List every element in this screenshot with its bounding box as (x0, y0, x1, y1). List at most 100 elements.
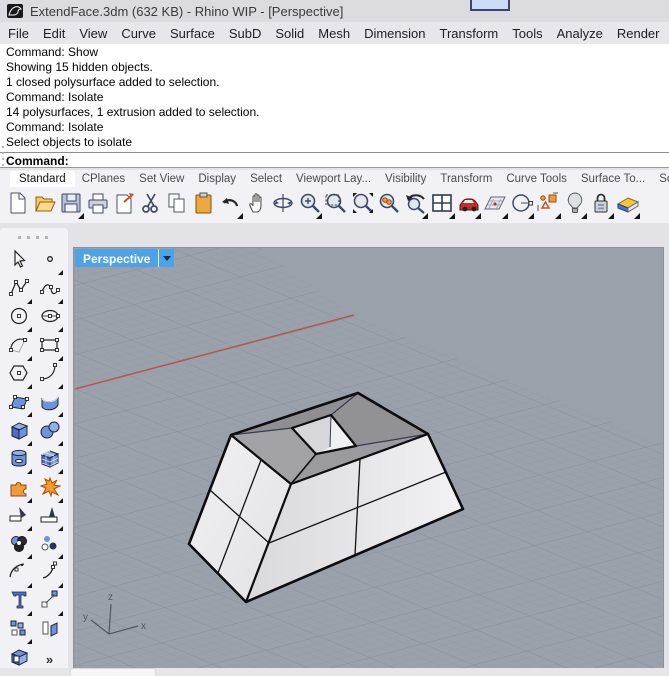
circle-tool-button[interactable] (509, 190, 536, 221)
menu-solid[interactable]: Solid (268, 24, 311, 43)
control-point-curve-button[interactable] (34, 276, 65, 304)
cut-button[interactable] (138, 190, 165, 221)
visibility-bulb-button[interactable] (562, 190, 589, 221)
leader-button[interactable] (34, 589, 65, 617)
surface-patch-button[interactable] (34, 390, 65, 418)
toolbar-tab-viewport-lay[interactable]: Viewport Lay... (289, 171, 378, 187)
toolbar-tab-curve-tools[interactable]: Curve Tools (499, 171, 574, 187)
fillet-curve-button[interactable] (3, 560, 34, 588)
menu-transform[interactable]: Transform (432, 24, 505, 43)
point-cloud-button[interactable] (34, 532, 65, 560)
surface-3pt-button[interactable] (3, 390, 34, 418)
perspective-viewport[interactable]: z x y Perspective (73, 247, 664, 669)
rectangle-button[interactable] (34, 333, 65, 361)
toolbar-tab-surface-to[interactable]: Surface To... (574, 171, 652, 187)
menu-bar: File Edit View Curve Surface SubD Solid Mesh Dim… (0, 22, 669, 44)
paste-button[interactable] (191, 190, 218, 221)
menu-surface[interactable]: Surface (163, 24, 222, 43)
menu-edit[interactable]: Edit (36, 24, 72, 43)
flyout-indicator-icon (27, 639, 32, 645)
toolbar-tab-set-view[interactable]: Set View (132, 171, 191, 187)
menu-analyze[interactable]: Analyze (550, 24, 610, 43)
flyout-indicator-icon (58, 440, 63, 446)
rotate-view-button[interactable] (270, 190, 297, 221)
lock-button[interactable] (588, 190, 615, 221)
cut-icon (139, 191, 163, 220)
toolbar-tab-transform[interactable]: Transform (433, 171, 499, 187)
edit-page-button[interactable] (111, 190, 138, 221)
viewport-title[interactable]: Perspective (75, 249, 159, 267)
ellipse-button[interactable] (34, 305, 65, 333)
zoom-window-button[interactable] (323, 190, 350, 221)
block-insert-button[interactable] (3, 617, 34, 645)
axis-label-z: z (108, 592, 113, 603)
split-button[interactable] (34, 504, 65, 532)
rhino-app-icon[interactable] (7, 4, 23, 18)
flyout-indicator-icon (58, 582, 63, 588)
swap-hide-icon (39, 618, 61, 645)
undo-button[interactable] (217, 190, 244, 221)
boolean-button[interactable] (3, 532, 34, 560)
named-view-button[interactable] (456, 190, 483, 221)
box-button[interactable] (3, 418, 34, 446)
toolbar-tab-select[interactable]: Select (243, 171, 289, 187)
save-button[interactable] (58, 190, 85, 221)
copy-button[interactable] (164, 190, 191, 221)
menu-render[interactable]: Render (610, 24, 667, 43)
toolbar-tab-standard[interactable]: Standard (10, 171, 75, 187)
menu-curve[interactable]: Curve (114, 24, 163, 43)
sphere-button[interactable] (34, 418, 65, 446)
selection-filter-button[interactable] (535, 190, 562, 221)
layer-button[interactable] (615, 190, 642, 221)
select-pointer-button[interactable] (3, 248, 34, 276)
zoom-selected-button[interactable] (376, 190, 403, 221)
viewport-canvas[interactable]: z x y (74, 248, 663, 668)
menu-view[interactable]: View (72, 24, 114, 43)
viewport-menu-button[interactable] (158, 249, 175, 267)
point-button[interactable] (34, 248, 65, 276)
zoom-dynamic-button[interactable] (297, 190, 324, 221)
toolbar-tab-solid-t[interactable]: Solid T (652, 171, 669, 187)
menu-subd[interactable]: SubD (222, 24, 269, 43)
toolbar-tab-cplanes[interactable]: CPlanes (75, 171, 132, 187)
print-button[interactable] (85, 190, 112, 221)
conic-curve-button[interactable] (34, 362, 65, 390)
sidebar-grip[interactable] (18, 236, 51, 239)
zoom-extents-button[interactable] (350, 190, 377, 221)
command-history-line: Select objects to isolate (6, 135, 133, 149)
edit-page-icon (112, 191, 136, 220)
zoom-undo-button[interactable] (403, 190, 430, 221)
swap-hide-button[interactable] (34, 617, 65, 645)
cylinder-button[interactable] (3, 447, 34, 475)
viewport-tab-perspective[interactable] (70, 668, 156, 676)
menu-file[interactable]: File (1, 24, 36, 43)
menu-tools[interactable]: Tools (505, 24, 549, 43)
join-puzzle-button[interactable] (3, 475, 34, 503)
cplane-button[interactable] (482, 190, 509, 221)
flyout-indicator-icon (58, 611, 63, 617)
command-history-panel[interactable]: Command: Show Showing 15 hidden objects. 1… (0, 44, 669, 168)
flyout-indicator-icon (422, 212, 428, 219)
viewport-tab-bar (0, 668, 669, 676)
command-prompt[interactable]: Command: (0, 152, 669, 169)
command-panel-grip[interactable] (2, 146, 4, 166)
polygon-button[interactable] (3, 362, 34, 390)
viewport-layout-button[interactable] (429, 190, 456, 221)
circle-button[interactable] (3, 305, 34, 333)
polyline-button[interactable] (3, 276, 34, 304)
new-file-button[interactable] (5, 190, 32, 221)
extend-curve-button[interactable] (34, 560, 65, 588)
viewport-title-tab[interactable]: Perspective (75, 249, 175, 267)
arc-button[interactable] (3, 333, 34, 361)
copy-icon (165, 191, 189, 220)
explode-button[interactable] (34, 475, 65, 503)
mesh-box-button[interactable] (34, 447, 65, 475)
menu-dimension[interactable]: Dimension (357, 24, 432, 43)
trim-button[interactable] (3, 504, 34, 532)
toolbar-tab-visibility[interactable]: Visibility (378, 171, 433, 187)
text-button[interactable] (3, 589, 34, 617)
open-file-button[interactable] (32, 190, 59, 221)
menu-mesh[interactable]: Mesh (311, 24, 357, 43)
pan-button[interactable] (244, 190, 271, 221)
toolbar-tab-display[interactable]: Display (191, 171, 243, 187)
